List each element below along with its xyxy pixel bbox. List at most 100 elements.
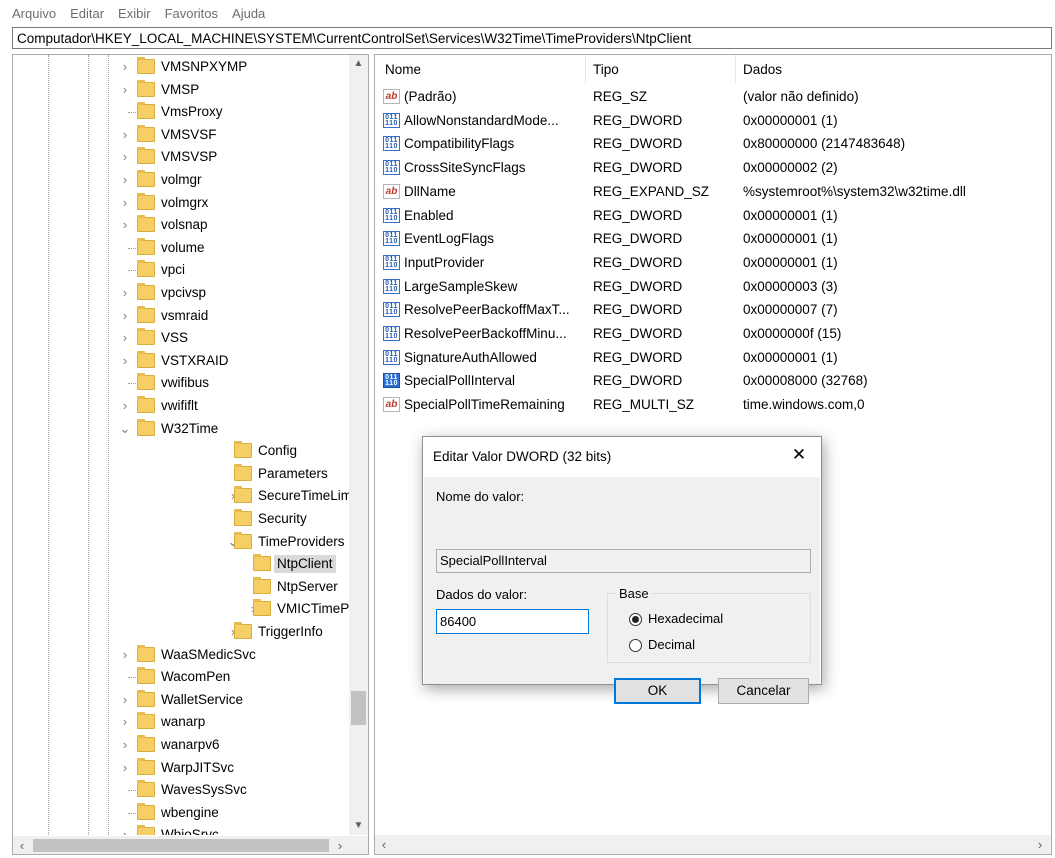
list-item[interactable]: 011 110 LargeSampleSkew REG_DWORD 0x00000003… [375, 275, 1051, 299]
tree-hscroll-thumb[interactable] [33, 839, 329, 852]
chevron-right-icon[interactable]: › [119, 827, 131, 835]
chevron-right-icon[interactable]: › [119, 691, 131, 708]
tree-node[interactable]: › WalletService [13, 689, 349, 712]
chevron-right-icon[interactable]: › [119, 714, 131, 731]
chevron-right-icon[interactable]: › [119, 307, 131, 324]
chevron-right-icon[interactable]: › [119, 194, 131, 211]
chevron-right-icon[interactable]: › [119, 172, 131, 188]
tree-vertical-scrollbar[interactable]: ▲ ▼ [349, 55, 368, 835]
tree-pane[interactable]: › VMSNPXYMP › VMSP VmsProxy › VMSVSF › VMSVSP › vo… [12, 54, 369, 855]
cancel-button[interactable]: Cancelar [718, 678, 809, 704]
list-item[interactable]: ab (Padrão) REG_SZ (valor não definido) [375, 85, 1051, 109]
list-horizontal-scrollbar[interactable]: ‹ › [375, 835, 1051, 854]
tree-node[interactable]: WacomPen [13, 666, 349, 689]
list-item[interactable]: 011 110 ResolvePeerBackoffMaxT... REG_DWORD… [375, 298, 1051, 322]
value-data-input[interactable] [436, 609, 589, 634]
chevron-right-icon[interactable]: › [119, 149, 131, 166]
column-separator[interactable] [585, 55, 586, 83]
chevron-right-icon[interactable]: › [119, 398, 131, 414]
tree-node[interactable]: ›SecureTimeLimits [13, 485, 349, 508]
tree-node[interactable]: Security [13, 508, 349, 531]
tree-node[interactable]: WavesSysSvc [13, 779, 349, 802]
tree-node[interactable]: › WaaSMedicSvc [13, 644, 349, 667]
tree-node[interactable]: › TriggerInfo [13, 621, 349, 644]
menu-exibir[interactable]: Exibir [116, 6, 153, 21]
chevron-right-icon[interactable]: › [119, 59, 131, 75]
scroll-down-icon[interactable]: ▼ [349, 817, 368, 835]
chevron-right-icon[interactable]: › [119, 81, 131, 98]
tree-node[interactable]: NtpServer [13, 576, 349, 599]
menu-editar[interactable]: Editar [68, 6, 106, 21]
scroll-left-icon[interactable]: ‹ [375, 835, 393, 854]
tree-node[interactable]: ⌄ W32Time [13, 418, 349, 441]
tree-node[interactable]: › vsmraid [13, 305, 349, 328]
tree-node[interactable]: › VMSNPXYMP [13, 56, 349, 79]
list-item[interactable]: 011 110 Enabled REG_DWORD 0x00000001 (1) [375, 204, 1051, 228]
chevron-down-icon[interactable]: ⌄ [119, 420, 131, 437]
column-header-type[interactable]: Tipo [593, 60, 619, 80]
scroll-up-icon[interactable]: ▲ [349, 55, 368, 73]
tree-node[interactable]: Config [13, 440, 349, 463]
column-separator[interactable] [735, 55, 736, 83]
hexadecimal-radio[interactable] [629, 613, 642, 626]
scroll-left-icon[interactable]: ‹ [13, 836, 31, 854]
tree-node[interactable]: wbengine [13, 802, 349, 825]
tree-node[interactable]: › volmgrx [13, 192, 349, 215]
tree-node[interactable]: › vwififlt [13, 395, 349, 418]
tree-node[interactable]: › volmgr [13, 169, 349, 192]
list-item[interactable]: ab SpecialPollTimeRemaining REG_MULTI_SZ ti… [375, 393, 1051, 417]
tree-node[interactable]: › VSTXRAID [13, 350, 349, 373]
chevron-right-icon[interactable]: › [119, 759, 131, 776]
hexadecimal-label[interactable]: Hexadecimal [648, 611, 723, 626]
list-item[interactable]: 011 110 EventLogFlags REG_DWORD 0x00000001 (… [375, 227, 1051, 251]
tree-node[interactable]: ⌄ TimeProviders [13, 531, 349, 554]
list-item[interactable]: 011 110 CrossSiteSyncFlags REG_DWORD 0x00000… [375, 156, 1051, 180]
tree-node[interactable]: › wanarpv6 [13, 734, 349, 757]
tree-node[interactable]: › volsnap [13, 214, 349, 237]
scroll-right-icon[interactable]: › [331, 836, 349, 854]
column-header-data[interactable]: Dados [743, 60, 782, 80]
chevron-right-icon[interactable]: › [119, 126, 131, 143]
close-icon[interactable]: ✕ [789, 445, 809, 465]
list-item[interactable]: 011 110 ResolvePeerBackoffMinu... REG_DWORD… [375, 322, 1051, 346]
list-item[interactable]: 011 110 SignatureAuthAllowed REG_DWORD 0x000… [375, 346, 1051, 370]
ok-button[interactable]: OK [614, 678, 701, 704]
tree-node[interactable]: › vpcivsp [13, 282, 349, 305]
decimal-radio[interactable] [629, 639, 642, 652]
chevron-right-icon[interactable]: › [119, 737, 131, 753]
list-item[interactable]: 011 110 CompatibilityFlags REG_DWORD 0x80000… [375, 132, 1051, 156]
list-item[interactable]: 011 110 InputProvider REG_DWORD 0x00000001 (… [375, 251, 1051, 275]
tree-node[interactable]: › VMSVSP [13, 146, 349, 169]
chevron-right-icon[interactable]: › [119, 352, 131, 369]
tree-node[interactable]: ›VMICTimeProvider [13, 598, 349, 621]
list-item[interactable]: ab DllName REG_EXPAND_SZ %systemroot%\syste… [375, 180, 1051, 204]
menu-favoritos[interactable]: Favoritos [163, 6, 220, 21]
menu-ajuda[interactable]: Ajuda [230, 6, 267, 21]
tree-node[interactable]: vwifibus [13, 372, 349, 395]
address-bar[interactable]: Computador\HKEY_LOCAL_MACHINE\SYSTEM\Cur… [12, 27, 1052, 49]
column-header-name[interactable]: Nome [385, 60, 421, 80]
tree-node[interactable]: vpci [13, 259, 349, 282]
decimal-label[interactable]: Decimal [648, 637, 695, 652]
menu-arquivo[interactable]: Arquivo [10, 6, 58, 21]
chevron-right-icon[interactable]: › [119, 217, 131, 234]
tree-node[interactable]: › WbioSrvc [13, 824, 349, 835]
tree-node[interactable]: › VMSP [13, 79, 349, 102]
chevron-right-icon[interactable]: › [119, 330, 131, 347]
chevron-right-icon[interactable]: › [119, 646, 131, 663]
edit-dword-dialog[interactable]: Editar Valor DWORD (32 bits) ✕ Nome do v… [422, 436, 822, 704]
list-item[interactable]: 011 110 AllowNonstandardMode... REG_DWORD 0x… [375, 109, 1051, 133]
tree-horizontal-scrollbar[interactable]: ‹ › [13, 836, 349, 854]
list-item[interactable]: 011 110 SpecialPollInterval REG_DWORD 0x0000… [375, 369, 1051, 393]
tree-node[interactable]: › VMSVSF [13, 124, 349, 147]
tree-node[interactable]: volume [13, 237, 349, 260]
tree-node[interactable]: VmsProxy [13, 101, 349, 124]
tree-node[interactable]: › VSS [13, 327, 349, 350]
tree-node[interactable]: › wanarp [13, 711, 349, 734]
tree-view[interactable]: › VMSNPXYMP › VMSP VmsProxy › VMSVSF › VMSVSP › vo… [13, 55, 349, 835]
chevron-right-icon[interactable]: › [119, 285, 131, 301]
tree-scroll-thumb[interactable] [351, 691, 366, 725]
scroll-right-icon[interactable]: › [1031, 835, 1049, 854]
tree-node[interactable]: NtpClient [13, 553, 349, 576]
tree-node[interactable]: Parameters [13, 463, 349, 486]
